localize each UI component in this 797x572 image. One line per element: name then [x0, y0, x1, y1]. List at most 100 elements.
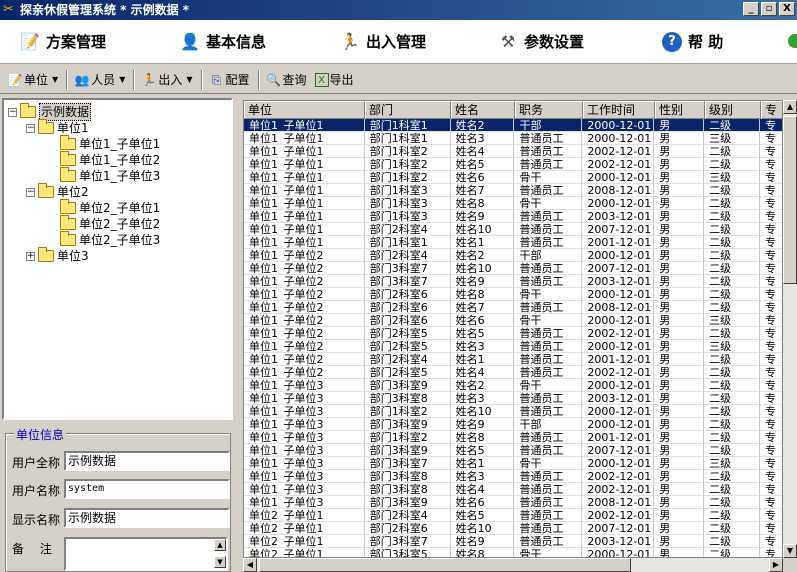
cell-department: 部门1科室2 [364, 431, 451, 444]
tree-node-unit2-sub3[interactable]: 单位2_子单位3 [60, 231, 160, 248]
tree-node-unit2-sub2[interactable]: 单位2_子单位2 [60, 215, 160, 232]
config-button[interactable]: ⎘ 配置 [206, 69, 253, 91]
table-row[interactable]: 单位1_子单位3 部门3科室8 姓名3 普通员工 2003-12-01 男二级专 [244, 392, 782, 405]
header-col-gender[interactable]: 性别 [655, 101, 705, 119]
vertical-scroll-thumb[interactable] [783, 116, 797, 284]
maximize-button[interactable]: ▫ [761, 2, 777, 16]
scroll-up-icon[interactable]: ▲ [783, 100, 797, 114]
table-row[interactable]: 单位1_子单位1 部门1科室1 姓名3 普通员工 2000-12-01 男三级专 [244, 132, 782, 145]
table-row[interactable]: 单位1_子单位1 部门1科室2 姓名6 骨干 2000-12-01 男三级专 [244, 171, 782, 184]
table-row[interactable]: 单位2_子单位1 部门3科室7 姓名9 普通员工 2003-12-01 男二级专 [244, 535, 782, 548]
table-row[interactable]: 单位1_子单位3 部门3科室9 姓名6 普通员工 2008-12-01 男二级专 [244, 496, 782, 509]
user-name-field[interactable]: system [64, 479, 230, 499]
export-button[interactable]: X 导出 [312, 69, 357, 91]
table-row[interactable]: 单位1_子单位1 部门1科室3 姓名8 骨干 2000-12-01 男二级专 [244, 197, 782, 210]
header-col-work-time[interactable]: 工作时间 [583, 101, 655, 119]
table-row[interactable]: 单位1_子单位2 部门3科室7 姓名10 普通员工 2007-12-01 男二级专 [244, 262, 782, 275]
tree-node-root[interactable]: − 示例数据 [8, 103, 92, 121]
exit-icon[interactable] [788, 34, 797, 48]
table-row[interactable]: 单位1_子单位2 部门2科室5 姓名3 普通员工 2000-12-01 男三级专 [244, 340, 782, 353]
cell-specialty: 专 [760, 392, 782, 405]
vertical-scrollbar[interactable]: ▲ ▼ [783, 100, 797, 558]
table-row[interactable]: 单位1_子单位2 部门2科室4 姓名1 普通员工 2001-12-01 男二级专 [244, 353, 782, 366]
cell-name: 姓名8 [451, 548, 515, 557]
tree-node-unit1-sub3[interactable]: 单位1_子单位3 [60, 167, 160, 184]
header-col-name[interactable]: 姓名 [451, 101, 515, 119]
tree-node-unit2-sub1[interactable]: 单位2_子单位1 [60, 199, 160, 216]
staff-dropdown-button[interactable]: 👥 人员 ▼ [71, 69, 128, 91]
table-row[interactable]: 单位1_子单位3 部门3科室8 姓名4 普通员工 2002-12-01 男二级专 [244, 483, 782, 496]
tree-node-unit1-sub1[interactable]: 单位1_子单位1 [60, 135, 160, 152]
cell-gender: 男 [654, 392, 705, 405]
table-row[interactable]: 单位1_子单位3 部门1科室2 姓名10 普通员工 2000-12-01 男二级专 [244, 405, 782, 418]
note-field[interactable] [64, 537, 228, 571]
query-button[interactable]: 🔍 查询 [263, 69, 310, 91]
tree-node-label: 单位2 [57, 185, 89, 199]
scroll-left-icon[interactable]: ◀ [243, 558, 257, 572]
cell-gender: 男 [654, 470, 705, 483]
scroll-down-icon[interactable]: ▼ [783, 544, 797, 558]
collapse-icon[interactable]: − [8, 107, 17, 117]
cell-level: 二级 [704, 548, 761, 557]
table-row[interactable]: 单位1_子单位3 部门3科室9 姓名2 骨干 2000-12-01 男二级专 [244, 379, 782, 392]
tree-node-unit1-sub2[interactable]: 单位1_子单位2 [60, 151, 160, 168]
table-row[interactable]: 单位1_子单位2 部门2科室4 姓名2 干部 2000-12-01 男二级专 [244, 249, 782, 262]
cell-work-time: 2000-12-01 [582, 197, 655, 210]
table-row[interactable]: 单位1_子单位2 部门2科室5 姓名5 普通员工 2002-12-01 男二级专 [244, 327, 782, 340]
horizontal-scroll-thumb[interactable] [259, 558, 631, 572]
table-row[interactable]: 单位1_子单位1 部门1科室2 姓名5 普通员工 2002-12-01 男二级专 [244, 158, 782, 171]
header-col-department[interactable]: 部门 [365, 101, 451, 119]
collapse-icon[interactable]: − [26, 123, 35, 133]
note-scroll-up-icon[interactable]: ▲ [214, 539, 226, 551]
tree-node-unit1[interactable]: − 单位1 [26, 119, 89, 136]
table-row[interactable]: 单位1_子单位1 部门1科室1 姓名2 干部 2000-12-01 男二级专 [244, 119, 782, 132]
table-row[interactable]: 单位1_子单位3 部门3科室8 姓名3 普通员工 2002-12-01 男二级专 [244, 470, 782, 483]
note-scroll-down-icon[interactable]: ▼ [214, 556, 226, 568]
tree-node-unit2[interactable]: − 单位2 [26, 183, 89, 200]
table-row[interactable]: 单位1_子单位3 部门3科室7 姓名1 骨干 2000-12-01 男三级专 [244, 457, 782, 470]
table-row[interactable]: 单位1_子单位1 部门2科室4 姓名10 普通员工 2007-12-01 男二级专 [244, 223, 782, 236]
menu-scheme-management[interactable]: 📝 方案管理 [20, 20, 106, 64]
header-col-level[interactable]: 级别 [705, 101, 761, 119]
table-row[interactable]: 单位1_子单位2 部门2科室6 姓名8 骨干 2000-12-01 男二级专 [244, 288, 782, 301]
minimize-button[interactable]: _ [743, 2, 759, 16]
table-row[interactable]: 单位1_子单位1 部门1科室2 姓名4 普通员工 2002-12-01 男二级专 [244, 145, 782, 158]
table-row[interactable]: 单位2_子单位1 部门3科室5 姓名8 骨干 2000-12-01 男二级专 [244, 548, 782, 557]
close-button[interactable]: X [779, 2, 795, 16]
cell-department: 部门3科室8 [364, 483, 451, 496]
table-row[interactable]: 单位1_子单位3 部门3科室9 姓名5 普通员工 2007-12-01 男二级专 [244, 444, 782, 457]
horizontal-scrollbar[interactable]: ◀ ▶ [243, 558, 783, 572]
cell-specialty: 专 [760, 522, 782, 535]
menu-basic-info[interactable]: 👤 基本信息 [180, 20, 266, 64]
table-row[interactable]: 单位1_子单位1 部门1科室3 姓名7 普通员工 2008-12-01 男二级专 [244, 184, 782, 197]
table-row[interactable]: 单位1_子单位2 部门2科室5 姓名4 普通员工 2002-12-01 男二级专 [244, 366, 782, 379]
table-row[interactable]: 单位1_子单位2 部门3科室7 姓名9 普通员工 2003-12-01 男二级专 [244, 275, 782, 288]
table-row[interactable]: 单位1_子单位2 部门2科室6 姓名6 骨干 2000-12-01 男三级专 [244, 314, 782, 327]
full-name-field[interactable]: 示例数据 [64, 451, 230, 471]
header-col-position[interactable]: 职务 [515, 101, 583, 119]
table-row[interactable]: 单位1_子单位3 部门3科室9 姓名9 干部 2000-12-01 男二级专 [244, 418, 782, 431]
header-col-specialty[interactable]: 专 [761, 101, 782, 119]
cell-department: 部门1科室2 [364, 171, 451, 184]
unit-dropdown-button[interactable]: 📝 单位 ▼ [4, 69, 61, 91]
inout-dropdown-button[interactable]: 🏃 出入 ▼ [138, 69, 195, 91]
header-col-unit[interactable]: 单位 [244, 101, 365, 119]
cell-gender: 男 [654, 444, 705, 457]
cell-gender: 男 [654, 457, 705, 470]
table-row[interactable]: 单位1_子单位3 部门1科室2 姓名8 普通员工 2001-12-01 男二级专 [244, 431, 782, 444]
help-icon: ? [662, 32, 682, 52]
table-row[interactable]: 单位2_子单位1 部门2科室4 姓名5 普通员工 2002-12-01 男二级专 [244, 509, 782, 522]
tree-node-unit3[interactable]: + 单位3 [26, 247, 89, 264]
menu-parameter-settings[interactable]: ⚒ 参数设置 [498, 20, 584, 64]
collapse-icon[interactable]: − [26, 187, 35, 197]
table-row[interactable]: 单位1_子单位2 部门2科室6 姓名7 普通员工 2008-12-01 男二级专 [244, 301, 782, 314]
panel-splitter[interactable] [235, 98, 241, 572]
scroll-right-icon[interactable]: ▶ [769, 558, 783, 572]
menu-help[interactable]: ? 帮 助 [662, 20, 723, 64]
expand-icon[interactable]: + [26, 251, 35, 261]
table-row[interactable]: 单位1_子单位1 部门1科室3 姓名9 普通员工 2003-12-01 男二级专 [244, 210, 782, 223]
table-row[interactable]: 单位1_子单位1 部门1科室1 姓名1 普通员工 2001-12-01 男二级专 [244, 236, 782, 249]
table-row[interactable]: 单位2_子单位1 部门2科室6 姓名10 普通员工 2007-12-01 男二级专 [244, 522, 782, 535]
display-name-field[interactable]: 示例数据 [64, 508, 230, 528]
menu-inout-management[interactable]: 🏃 出入管理 [340, 20, 426, 64]
